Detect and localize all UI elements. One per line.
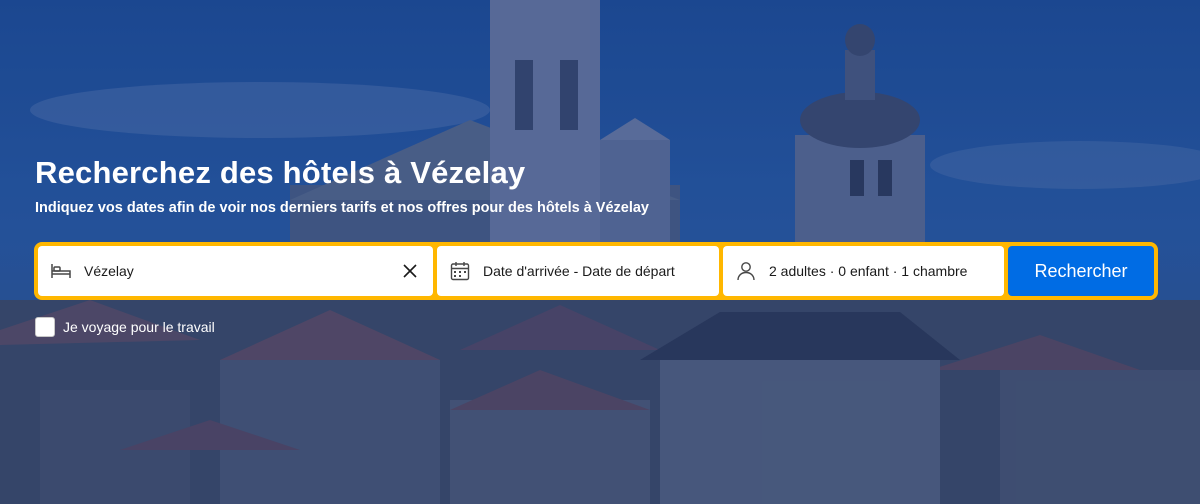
calendar-icon [449, 260, 471, 282]
person-icon [735, 260, 757, 282]
search-bar: Vézelay Date d'arrivée - Date de départ … [34, 242, 1158, 300]
destination-field[interactable]: Vézelay [38, 246, 433, 296]
page-subtitle: Indiquez vos dates afin de voir nos dern… [35, 200, 649, 216]
guests-label: 2 adultes · 0 enfant · 1 chambre [769, 263, 968, 279]
close-icon[interactable] [399, 260, 421, 282]
hero-banner: Recherchez des hôtels à Vézelay Indiquez… [0, 0, 1200, 504]
dates-label: Date d'arrivée - Date de départ [483, 263, 675, 279]
bed-icon [50, 260, 72, 282]
dates-field[interactable]: Date d'arrivée - Date de départ [437, 246, 719, 296]
search-button[interactable]: Rechercher [1008, 246, 1154, 296]
work-travel-checkbox[interactable] [35, 317, 55, 337]
guests-field[interactable]: 2 adultes · 0 enfant · 1 chambre [723, 246, 1004, 296]
work-travel-label: Je voyage pour le travail [63, 319, 215, 335]
destination-input[interactable]: Vézelay [84, 263, 399, 279]
work-travel-option[interactable]: Je voyage pour le travail [35, 317, 215, 337]
page-title: Recherchez des hôtels à Vézelay [35, 155, 526, 190]
